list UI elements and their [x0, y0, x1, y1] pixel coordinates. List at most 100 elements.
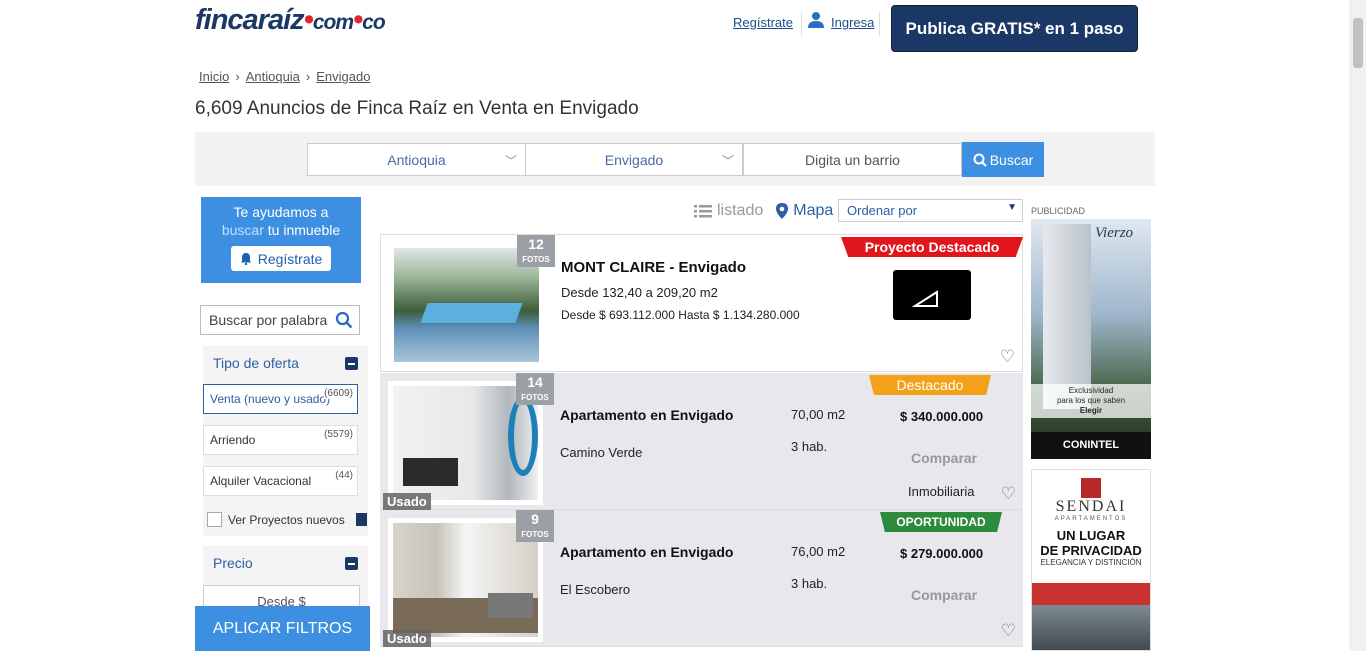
ad-text-line: para los que saben	[1056, 396, 1126, 405]
offer-type-title: Tipo de oferta	[213, 355, 299, 371]
logo-mark-icon	[911, 290, 938, 307]
listing-neighborhood: Camino Verde	[560, 445, 643, 460]
caret-down-icon: ▼	[1007, 202, 1017, 213]
site-logo[interactable]: fincaraíz•com•co	[195, 4, 386, 37]
help-line2-text: tu inmueble	[267, 222, 341, 238]
breadcrumb-separator: ›	[305, 69, 311, 84]
favorite-heart-icon[interactable]: ♡	[1000, 347, 1015, 367]
chevron-down-icon: ﹀	[721, 154, 734, 168]
favorite-heart-icon[interactable]: ♡	[1001, 484, 1016, 504]
listing-card[interactable]: 12 FOTOS MONT CLAIRE - Envigado Desde 132…	[380, 234, 1023, 372]
city-value: Envigado	[604, 151, 664, 168]
listing-price: $ 340.000.000	[900, 409, 984, 424]
search-button-label: Buscar	[989, 151, 1034, 168]
help-line2: buscar tu inmueble	[201, 221, 361, 239]
photo-count-label: FOTOS	[521, 530, 549, 539]
projects-toggle[interactable]: Ver Proyectos nuevos	[207, 512, 367, 527]
developer-logo[interactable]	[893, 270, 971, 320]
apply-filters-button[interactable]: APLICAR FILTROS	[195, 606, 370, 651]
photo-count-label: FOTOS	[522, 255, 550, 264]
help-line1: Te ayudamos a	[233, 204, 329, 220]
map-pin-icon[interactable]	[776, 203, 789, 219]
page-scrollbar[interactable]	[1349, 0, 1366, 651]
listing-title[interactable]: Apartamento en Envigado	[560, 407, 733, 423]
page-title: 6,609 Anuncios de Finca Raíz en Venta en…	[195, 98, 639, 119]
publish-button[interactable]: Publica GRATIS* en 1 paso	[891, 5, 1138, 52]
projects-checkbox[interactable]	[207, 512, 222, 527]
listing-seller: Inmobiliaria	[908, 484, 975, 499]
search-bar: Antioquia ﹀ Envigado ﹀ Digita un barrio …	[195, 132, 1155, 186]
photo-count-label: FOTOS	[521, 393, 549, 402]
neighborhood-placeholder: Digita un barrio	[805, 151, 900, 168]
view-controls: listado Mapa	[694, 202, 833, 220]
listing-area: 76,00 m2	[791, 544, 846, 559]
listing-badge: OPORTUNIDAD	[880, 512, 1002, 532]
offer-option-label: Arriendo	[210, 433, 256, 447]
offer-option-count: (5579)	[324, 429, 353, 440]
login-link[interactable]: Ingresa	[807, 11, 874, 30]
register-link[interactable]: Regístrate	[733, 15, 793, 30]
ad-headline: UN LUGAR	[1056, 528, 1126, 543]
search-icon[interactable]	[335, 311, 353, 329]
listing-badge: Proyecto Destacado	[841, 237, 1023, 257]
ad-headline: DE PRIVACIDAD	[1040, 543, 1142, 558]
login-label: Ingresa	[831, 15, 875, 30]
ad-sub: APARTAMENTOS	[1054, 516, 1128, 522]
header-divider	[879, 12, 880, 36]
breadcrumb: Inicio › Antioquia › Envigado	[199, 69, 370, 84]
listing-rooms: 3 hab.	[791, 439, 828, 454]
department-value: Antioquia	[387, 151, 446, 168]
breadcrumb-antioquia[interactable]: Antioquia	[246, 69, 300, 84]
offer-option-venta[interactable]: Venta (nuevo y usado) (6609)	[203, 384, 358, 414]
listing-title[interactable]: Apartamento en Envigado	[560, 544, 733, 560]
favorite-heart-icon[interactable]: ♡	[1001, 621, 1016, 641]
listing-area-range: Desde 132,40 a 209,20 m2	[561, 285, 718, 300]
breadcrumb-inicio[interactable]: Inicio	[199, 69, 229, 84]
offer-type-header[interactable]: Tipo de oferta	[203, 346, 368, 380]
ad-tagline: ELEGANCIA Y DISTINCIÓN	[1040, 558, 1142, 567]
ad-banner-vierzo[interactable]: Vierzo Exclusividad para los que saben E…	[1031, 219, 1151, 459]
map-view-link[interactable]: Mapa	[793, 202, 833, 220]
help-register-button[interactable]: Regístrate	[231, 246, 331, 271]
offer-option-label: Venta (nuevo y usado)	[210, 392, 331, 406]
compare-button[interactable]: Comparar	[911, 450, 977, 466]
list-view-link[interactable]: listado	[717, 202, 763, 220]
ad-brand: SENDAI	[1055, 498, 1127, 515]
price-title: Precio	[213, 555, 253, 571]
neighborhood-input[interactable]: Digita un barrio	[743, 143, 962, 176]
scrollbar-thumb[interactable]	[1353, 18, 1363, 68]
breadcrumb-envigado[interactable]: Envigado	[316, 69, 370, 84]
sendai-logo-icon	[1081, 478, 1101, 498]
keyword-search-input[interactable]: Buscar por palabra	[200, 305, 360, 335]
list-icon[interactable]	[694, 204, 712, 218]
bell-icon	[240, 253, 251, 265]
collapse-icon[interactable]	[345, 557, 358, 570]
keyword-placeholder: Buscar por palabra	[209, 312, 328, 328]
photo-count: 14	[527, 374, 543, 390]
price-header[interactable]: Precio	[203, 546, 368, 580]
city-select[interactable]: Envigado ﹀	[525, 143, 743, 176]
offer-option-alquiler[interactable]: Alquiler Vacacional (44)	[203, 466, 358, 496]
ad-banner-sendai[interactable]: SENDAI APARTAMENTOS UN LUGAR DE PRIVACID…	[1031, 469, 1151, 651]
listing-neighborhood: El Escobero	[560, 582, 631, 597]
offer-option-arriendo[interactable]: Arriendo (5579)	[203, 425, 358, 455]
ad-label: PUBLICIDAD	[1031, 206, 1086, 216]
listing-price: $ 279.000.000	[900, 546, 984, 561]
help-register-label: Regístrate	[257, 250, 323, 267]
listing-title[interactable]: MONT CLAIRE - Envigado	[561, 259, 746, 276]
condition-badge: Usado	[383, 630, 431, 647]
compare-button[interactable]: Comparar	[911, 587, 977, 603]
offer-option-label: Alquiler Vacacional	[210, 474, 312, 488]
building-icon	[355, 513, 367, 526]
search-button[interactable]: Buscar	[962, 142, 1044, 177]
ad-footer: CONINTEL	[1031, 432, 1151, 459]
collapse-icon[interactable]	[345, 357, 358, 370]
photo-count-badge: 12 FOTOS	[517, 235, 555, 267]
listing-card[interactable]: Usado 14 FOTOS Apartamento en Envigado Ca…	[380, 373, 1023, 510]
condition-badge: Usado	[383, 493, 431, 510]
photo-count: 12	[528, 236, 544, 252]
help-box: Te ayudamos a buscar tu inmueble Regístr…	[201, 197, 361, 283]
order-select[interactable]: Ordenar por ▼	[838, 199, 1023, 222]
department-select[interactable]: Antioquia ﹀	[307, 143, 526, 176]
listing-card[interactable]: Usado 9 FOTOS Apartamento en Envigado El …	[380, 510, 1023, 647]
